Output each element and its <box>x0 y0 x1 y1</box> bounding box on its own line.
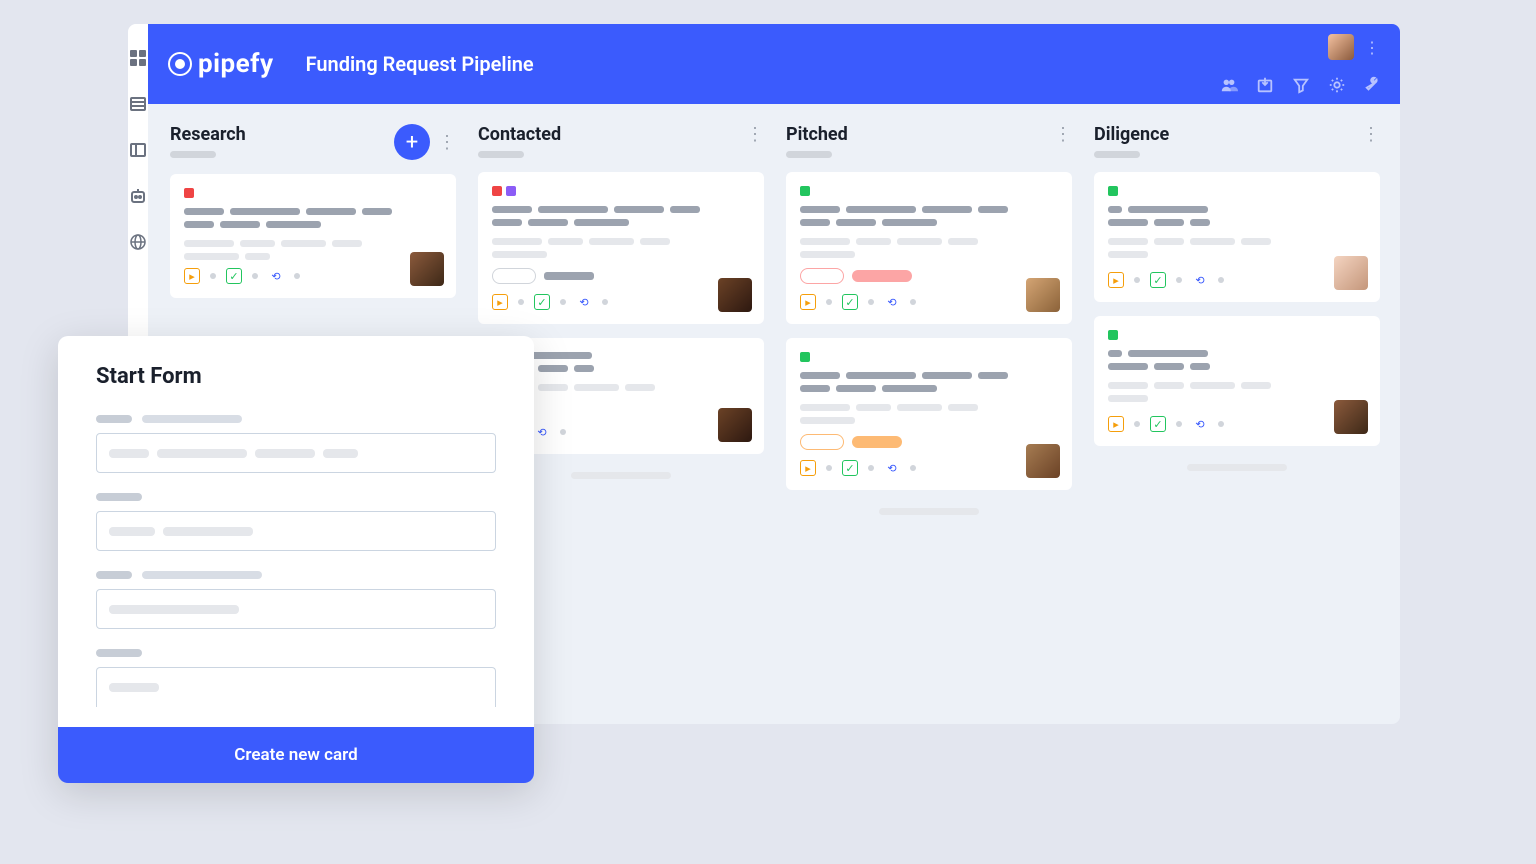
column-subtitle-placeholder <box>170 151 216 158</box>
column-more-icon[interactable]: ⋮ <box>438 132 456 153</box>
brand-logo[interactable]: pipefy <box>168 49 274 79</box>
assignee-avatar[interactable] <box>1026 444 1060 478</box>
card-tag <box>852 270 912 282</box>
assignee-avatar[interactable] <box>1334 256 1368 290</box>
globe-icon[interactable] <box>128 232 148 252</box>
card-label <box>506 186 516 196</box>
card-tag <box>852 436 902 448</box>
assignee-avatar[interactable] <box>410 252 444 286</box>
card-checklist-icon: ✓ <box>534 294 550 310</box>
card-tag <box>800 434 844 450</box>
bot-icon[interactable] <box>128 186 148 206</box>
column-footer-placeholder <box>1187 464 1287 471</box>
card-sync-icon: ⟲ <box>576 294 592 310</box>
form-field-4[interactable] <box>96 667 496 707</box>
gear-icon[interactable] <box>1328 76 1346 94</box>
column-footer-placeholder <box>571 472 671 479</box>
column-title: Pitched <box>786 124 848 145</box>
form-field-2[interactable] <box>96 511 496 551</box>
card[interactable]: ▸ ✓ ⟲ <box>786 338 1072 490</box>
apps-icon[interactable] <box>128 48 148 68</box>
card[interactable]: ▸ ✓ ⟲ <box>478 172 764 324</box>
assignee-avatar[interactable] <box>1026 278 1060 312</box>
members-icon[interactable] <box>1220 76 1238 94</box>
card-checklist-icon: ✓ <box>226 268 242 284</box>
pipe-header: pipefy Funding Request Pipeline ⋮ <box>148 24 1400 104</box>
column-title: Diligence <box>1094 124 1169 145</box>
column-diligence: Diligence ⋮ ▸ ✓ ⟲ <box>1094 124 1380 704</box>
modal-title: Start Form <box>96 364 496 389</box>
card-tag <box>800 268 844 284</box>
form-field-1[interactable] <box>96 433 496 473</box>
column-pitched: Pitched ⋮ ▸ ✓ <box>786 124 1072 704</box>
pipe-title: Funding Request Pipeline <box>306 52 534 76</box>
card-sync-icon: ⟲ <box>268 268 284 284</box>
card-status-icon: ▸ <box>184 268 200 284</box>
add-card-button[interactable]: + <box>394 124 430 160</box>
card-status-icon: ▸ <box>1108 416 1124 432</box>
card-label <box>492 186 502 196</box>
card-label <box>1108 186 1118 196</box>
column-title: Contacted <box>478 124 561 145</box>
board-icon[interactable] <box>128 140 148 160</box>
column-more-icon[interactable]: ⋮ <box>1362 124 1380 145</box>
form-field-3[interactable] <box>96 589 496 629</box>
card-sync-icon: ⟲ <box>534 424 550 440</box>
wrench-icon[interactable] <box>1364 76 1382 94</box>
column-subtitle-placeholder <box>478 151 524 158</box>
card-status-icon: ▸ <box>1108 272 1124 288</box>
card-label <box>800 352 810 362</box>
card[interactable]: ▸ ✓ ⟲ <box>786 172 1072 324</box>
import-icon[interactable] <box>1256 76 1274 94</box>
card-sync-icon: ⟲ <box>884 460 900 476</box>
card[interactable]: ▸ ✓ ⟲ <box>1094 172 1380 302</box>
card-sync-icon: ⟲ <box>1192 272 1208 288</box>
start-form-modal: Start Form Create new card <box>58 336 534 783</box>
card-checklist-icon: ✓ <box>842 294 858 310</box>
header-right: ⋮ <box>1220 24 1382 104</box>
list-icon[interactable] <box>128 94 148 114</box>
card-tag <box>492 268 536 284</box>
brand-text: pipefy <box>198 49 274 79</box>
card-status-icon: ▸ <box>800 460 816 476</box>
card-label <box>800 186 810 196</box>
column-more-icon[interactable]: ⋮ <box>1054 124 1072 145</box>
header-more-icon[interactable]: ⋮ <box>1364 38 1382 56</box>
column-subtitle-placeholder <box>1094 151 1140 158</box>
column-title: Research <box>170 124 246 145</box>
assignee-avatar[interactable] <box>718 408 752 442</box>
card-sync-icon: ⟲ <box>884 294 900 310</box>
card-status-icon: ▸ <box>800 294 816 310</box>
card-label <box>184 188 194 198</box>
card-checklist-icon: ✓ <box>842 460 858 476</box>
column-footer-placeholder <box>879 508 979 515</box>
assignee-avatar[interactable] <box>1334 400 1368 434</box>
card-label <box>1108 330 1118 340</box>
create-card-button[interactable]: Create new card <box>58 727 534 783</box>
card-status-icon: ▸ <box>492 294 508 310</box>
assignee-avatar[interactable] <box>718 278 752 312</box>
user-avatar[interactable] <box>1328 34 1354 60</box>
card[interactable]: ▸ ✓ ⟲ <box>170 174 456 298</box>
column-subtitle-placeholder <box>786 151 832 158</box>
filter-icon[interactable] <box>1292 76 1310 94</box>
card-sync-icon: ⟲ <box>1192 416 1208 432</box>
card[interactable]: ▸ ✓ ⟲ <box>1094 316 1380 446</box>
column-more-icon[interactable]: ⋮ <box>746 124 764 145</box>
card-checklist-icon: ✓ <box>1150 272 1166 288</box>
card-checklist-icon: ✓ <box>1150 416 1166 432</box>
